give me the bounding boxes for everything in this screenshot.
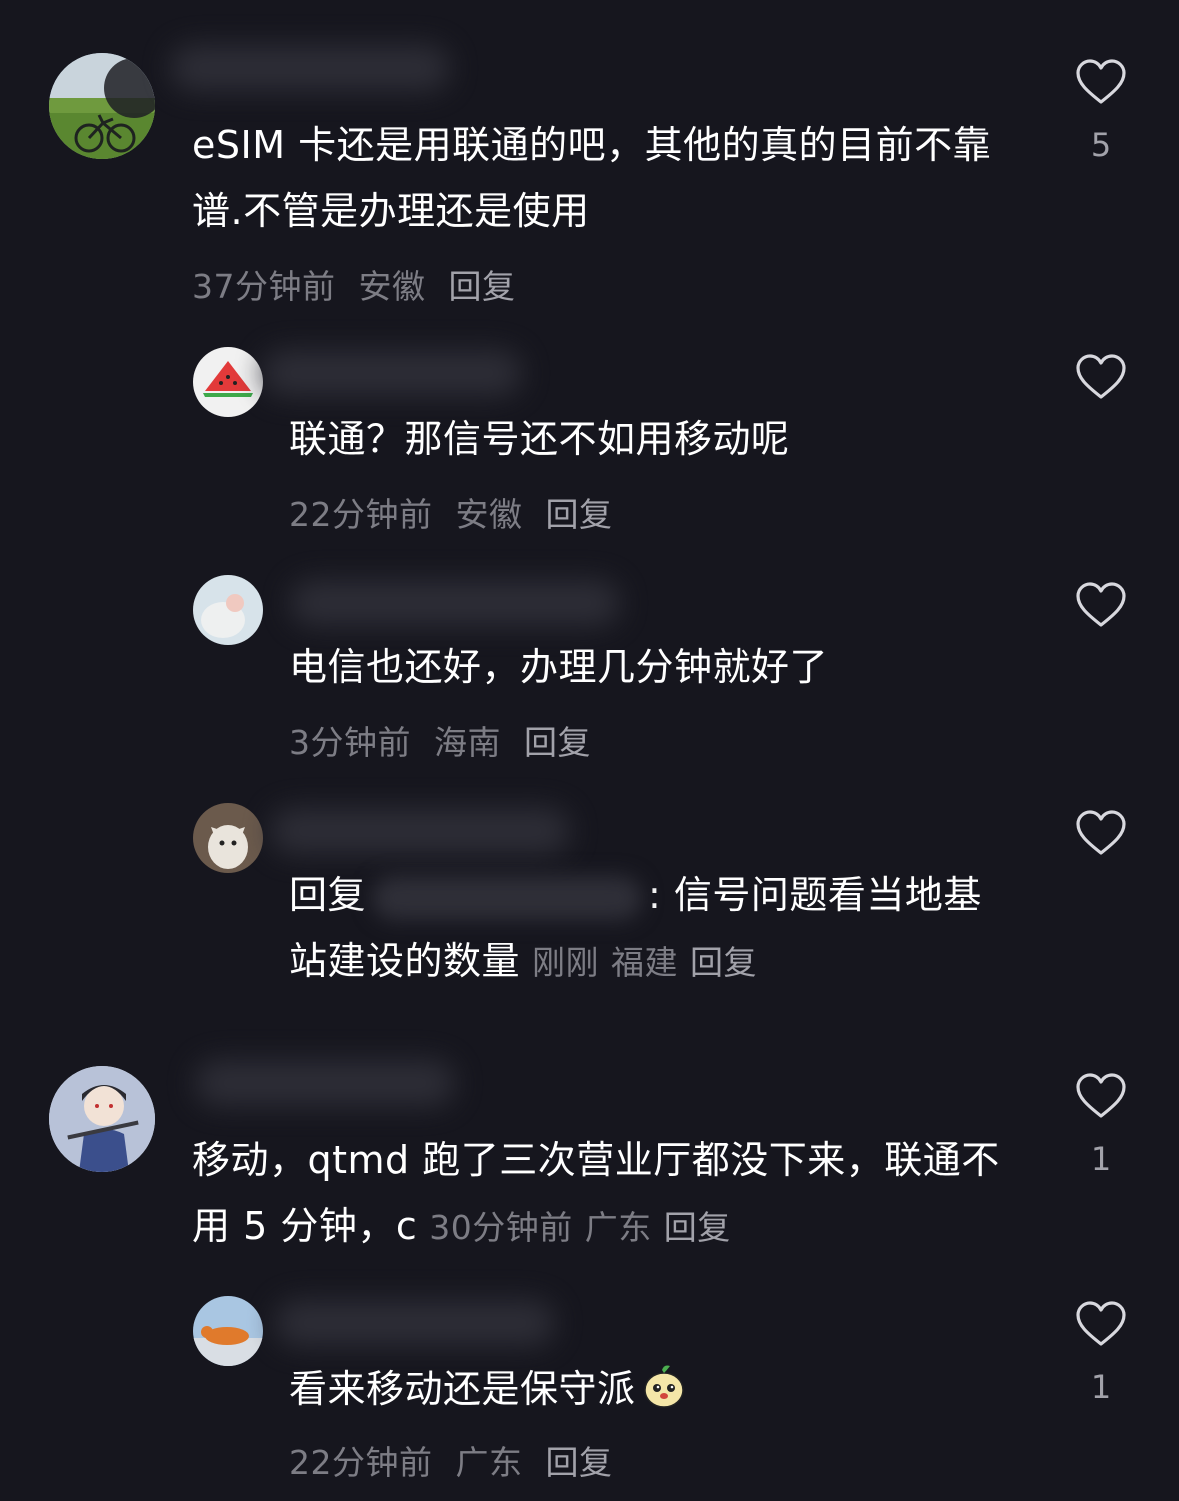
comment-meta: 22分钟前 广东 回复 xyxy=(289,1436,625,1484)
comment-time: 22分钟前 xyxy=(289,1443,433,1482)
avatar[interactable] xyxy=(193,803,263,873)
heart-outline-icon[interactable] xyxy=(1075,353,1127,401)
comment-text: 电信也还好，办理几分钟就好了 xyxy=(289,645,829,689)
username-blurred[interactable] xyxy=(195,1060,455,1106)
pear-emoji-icon xyxy=(643,1365,684,1408)
comment-text: 看来移动还是保守派 xyxy=(289,1356,1009,1422)
avatar[interactable] xyxy=(49,53,155,159)
like-count: 1 xyxy=(1090,1368,1112,1406)
comment-meta: 刚刚 福建 回复 xyxy=(532,943,769,982)
comment-meta: 30分钟前 广东 回复 xyxy=(429,1208,743,1247)
heart-outline-icon[interactable] xyxy=(1075,58,1127,106)
heart-outline-icon[interactable] xyxy=(1075,1300,1127,1348)
like-count: 5 xyxy=(1090,126,1112,164)
comment-time: 刚刚 xyxy=(532,943,600,982)
comment-time: 37分钟前 xyxy=(192,267,336,306)
reply-button[interactable]: 回复 xyxy=(664,1208,731,1247)
comment-meta: 3分钟前 海南 回复 xyxy=(289,716,603,764)
reply-button[interactable]: 回复 xyxy=(449,267,516,306)
comment-text: 联通？那信号还不如用移动呢 xyxy=(289,417,790,461)
username-blurred[interactable] xyxy=(290,580,620,626)
reply-button[interactable]: 回复 xyxy=(546,495,613,534)
avatar[interactable] xyxy=(193,347,263,417)
reply-button[interactable]: 回复 xyxy=(524,723,591,762)
heart-outline-icon[interactable] xyxy=(1075,581,1127,629)
comment-list: eSIM 卡还是用联通的吧，其他的真的目前不靠谱.不管是办理还是使用 37分钟前… xyxy=(0,0,1179,1501)
comment-location: 安徽 xyxy=(358,267,426,306)
avatar[interactable] xyxy=(193,1296,263,1366)
avatar[interactable] xyxy=(193,575,263,645)
comment-location: 广东 xyxy=(584,1208,652,1247)
comment-location: 福建 xyxy=(611,943,679,982)
username-blurred[interactable] xyxy=(262,350,522,396)
comment-time: 22分钟前 xyxy=(289,495,433,534)
username-blurred[interactable] xyxy=(270,808,570,854)
comment-meta: 37分钟前 安徽 回复 xyxy=(192,260,528,308)
username-blurred[interactable] xyxy=(275,1300,555,1346)
comment-time: 3分钟前 xyxy=(289,723,411,762)
comment-text: eSIM 卡还是用联通的吧，其他的真的目前不靠谱.不管是办理还是使用 xyxy=(192,123,992,233)
heart-outline-icon[interactable] xyxy=(1075,809,1127,857)
username-blurred[interactable] xyxy=(170,45,450,91)
comment-location: 海南 xyxy=(434,723,501,762)
heart-outline-icon[interactable] xyxy=(1075,1072,1127,1120)
reply-prefix: 回复 xyxy=(289,873,367,917)
comment-meta: 22分钟前 安徽 回复 xyxy=(289,488,625,536)
comment-body: 看来移动还是保守派 xyxy=(289,1367,636,1411)
reply-button[interactable]: 回复 xyxy=(546,1443,613,1482)
reply-button[interactable]: 回复 xyxy=(690,943,757,982)
avatar[interactable] xyxy=(49,1066,155,1172)
mentioned-user-blurred[interactable] xyxy=(372,875,643,920)
comment-location: 广东 xyxy=(455,1443,523,1482)
comment-time: 30分钟前 xyxy=(429,1208,573,1247)
like-count: 1 xyxy=(1090,1140,1112,1178)
comment-location: 安徽 xyxy=(455,495,523,534)
comment-text: 回复: 信号问题看当地基站建设的数量 刚刚 福建 回复 xyxy=(289,862,1009,996)
comment-text: 移动，qtmd 跑了三次营业厅都没下来，联通不用 5 分钟，c 30分钟前 广东 回复 xyxy=(192,1127,1002,1261)
